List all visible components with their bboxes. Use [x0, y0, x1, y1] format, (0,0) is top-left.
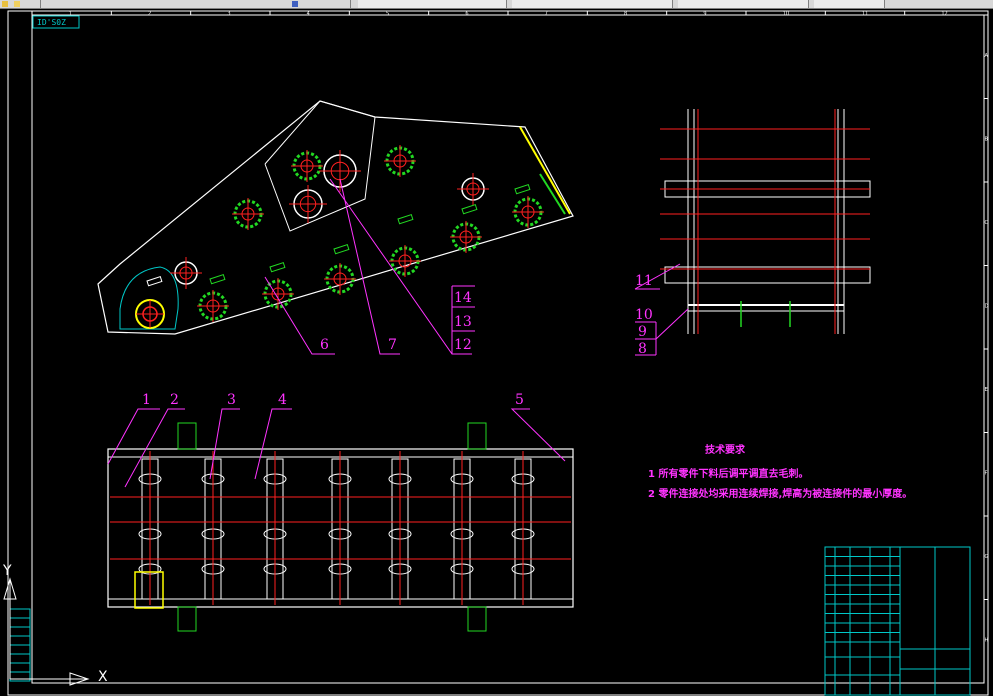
cad-toolbar	[0, 0, 993, 9]
balloon-11[interactable]: 11	[635, 273, 653, 289]
app-icon[interactable]	[2, 1, 8, 7]
slot	[146, 276, 163, 287]
grid-label-right: G	[985, 554, 989, 560]
end-view[interactable]	[660, 109, 871, 334]
balloon-3[interactable]: 3	[227, 392, 236, 408]
front-view-centerlines	[110, 451, 571, 605]
stamp-text: ID'S0Z	[37, 18, 66, 27]
grid-label-top: 7	[545, 11, 548, 17]
drawing-canvas[interactable]: 1 2 3 4 5 6 7 8 9 10 11 12 A B C D E F G H ID'S0Z	[0, 9, 993, 696]
grid-label-right: B	[985, 136, 989, 142]
title-block	[824, 546, 971, 696]
ucs-y-label: Y	[2, 563, 12, 579]
ucs-icon	[3, 577, 90, 686]
grid-label-top: 10	[783, 11, 789, 17]
toolbar-layer-combo[interactable]	[290, 0, 351, 8]
grid-reference-labels: 1 2 3 4 5 6 7 8 9 10 11 12ABCDEFGH	[69, 11, 989, 643]
technical-notes: 技术要求 1 所有零件下料后调平调直去毛刺。 2 零件连接处均采用连续焊接,焊高…	[648, 443, 912, 500]
balloon-12[interactable]: 12	[454, 337, 472, 353]
side-plate-view[interactable]	[97, 100, 574, 335]
toolbar-style-combo-2[interactable]	[512, 0, 673, 8]
grid-label-right: A	[985, 53, 989, 59]
toolbar-icon-strip[interactable]	[0, 0, 41, 8]
balloon-13[interactable]: 13	[454, 314, 472, 330]
toolbar-style-combo-4[interactable]	[814, 0, 885, 8]
grid-label-right: E	[985, 387, 988, 393]
grid-label-right: D	[985, 303, 989, 309]
ucs-x-label: X	[98, 669, 108, 685]
balloon-7[interactable]: 7	[388, 337, 397, 353]
grid-label-right: H	[985, 637, 989, 643]
notes-line-2: 2 零件连接处均采用连续焊接,焊高为被连接件的最小厚度。	[648, 487, 912, 500]
side-plate-outline	[97, 100, 574, 335]
grid-label-right: F	[985, 470, 988, 476]
front-view-yellow-plate	[134, 571, 164, 609]
slot	[209, 274, 226, 285]
balloon-14[interactable]: 14	[454, 290, 472, 306]
balloon-4[interactable]: 4	[278, 392, 287, 408]
grid-label-top: 2	[148, 11, 151, 17]
bearing-hub	[135, 299, 165, 329]
slot	[514, 184, 531, 195]
hole-circle-group	[170, 150, 489, 289]
balloon-leaders	[107, 178, 689, 488]
slot	[397, 214, 414, 225]
grid-label-top: 4	[307, 11, 310, 17]
side-plate-left-cutout	[119, 266, 179, 330]
toolbar-style-combo-3[interactable]	[678, 0, 809, 8]
balloon-2[interactable]: 2	[170, 392, 179, 408]
slot	[461, 204, 478, 215]
balloon-6[interactable]: 6	[320, 337, 329, 353]
balloon-5[interactable]: 5	[515, 392, 524, 408]
layer-icon[interactable]	[292, 1, 298, 7]
grid-label-top: 11	[862, 11, 868, 17]
balloon-10[interactable]: 10	[635, 307, 653, 323]
toolbar-style-combo-1[interactable]	[358, 0, 507, 8]
grid-label-top: 6	[465, 11, 468, 17]
open-icon[interactable]	[14, 1, 21, 7]
notes-title: 技术要求	[705, 443, 746, 456]
cross-beam-group	[138, 458, 535, 600]
grid-label-top: 5	[386, 11, 389, 17]
front-view[interactable]	[107, 422, 574, 632]
bolt-circle-group	[197, 145, 544, 322]
balloon-8[interactable]: 8	[638, 341, 647, 357]
grid-label-top: 9	[703, 11, 706, 17]
balloon-1[interactable]: 1	[142, 392, 151, 408]
revision-block	[9, 608, 31, 682]
grid-label-right: C	[985, 220, 989, 226]
slot	[333, 244, 350, 255]
sheet-frame	[7, 10, 989, 696]
slot	[269, 262, 286, 273]
balloon-9[interactable]: 9	[638, 324, 647, 340]
grid-label-top: 3	[227, 11, 230, 17]
notes-line-1: 1 所有零件下料后调平调直去毛刺。	[648, 467, 808, 480]
grid-label-top: 12	[941, 11, 947, 17]
grid-reference-ticks	[31, 11, 988, 600]
grid-label-top: 8	[624, 11, 627, 17]
